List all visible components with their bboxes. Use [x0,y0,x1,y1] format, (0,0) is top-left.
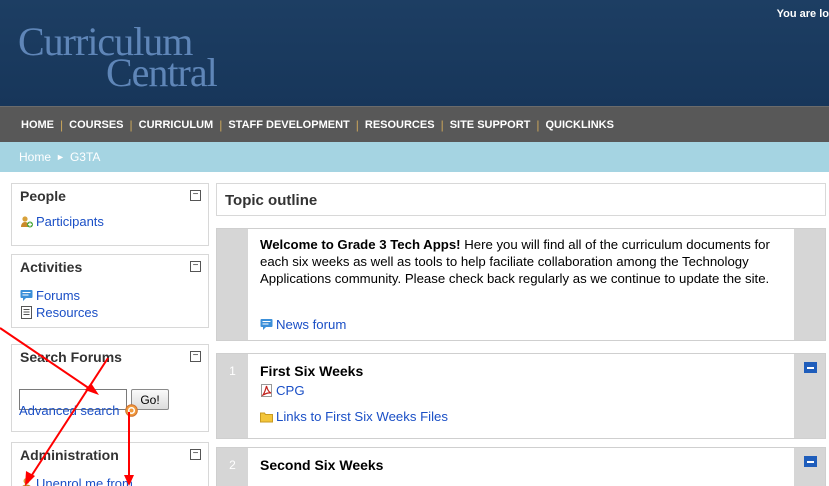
pdf-icon [261,384,272,397]
block-title: Search Forums [20,349,122,365]
advanced-search-link[interactable]: Advanced search [19,403,141,418]
collapse-icon[interactable]: − [190,261,201,272]
nav-staff-development[interactable]: STAFF DEVELOPMENT [228,119,349,131]
section-2: 2 Second Six Weeks [216,447,826,486]
cpg-link[interactable]: CPG [260,383,305,398]
news-forum-link[interactable]: News forum [260,317,346,332]
first-six-weeks-files-label: Links to First Six Weeks Files [276,409,448,424]
unenrol-label: Unenrol me from [36,476,133,486]
resources-link[interactable]: Resources [20,305,98,320]
collapse-icon[interactable]: − [190,449,201,460]
nav-curriculum[interactable]: CURRICULUM [139,119,214,131]
nav-courses[interactable]: COURSES [69,119,123,131]
cpg-label: CPG [276,383,305,398]
main-nav: HOME | COURSES | CURRICULUM | STAFF DEVE… [0,106,829,142]
search-forums-block: Search Forums − Go! Advanced search [11,344,209,432]
forums-link[interactable]: Forums [20,288,80,303]
nav-separator: | [440,117,444,132]
administration-block: Administration − Unenrol me from [11,442,209,486]
collapse-icon[interactable]: − [190,190,201,201]
forums-label: Forums [36,288,81,303]
welcome-heading: Welcome to Grade 3 Tech Apps! [260,237,461,252]
site-header: Curriculum Central You are lo [0,0,829,106]
section-title: First Six Weeks [260,363,364,379]
block-title: Administration [20,447,119,463]
unenrol-link[interactable]: Unenrol me from [20,476,133,486]
block-title: People [20,188,66,204]
nav-separator: | [355,117,359,132]
activities-block: Activities − Forums Resources [11,254,209,328]
section-content: Second Six Weeks [248,448,794,486]
breadcrumb-current: G3TA [69,150,101,164]
site-logo-line2[interactable]: Central [106,53,218,93]
folder-icon [260,412,273,423]
block-title: Activities [20,259,83,275]
first-six-weeks-files-link[interactable]: Links to First Six Weeks Files [260,409,448,424]
section-number: 2 [229,458,236,472]
document-icon [21,306,32,319]
nav-home[interactable]: HOME [21,119,54,131]
breadcrumb-arrow-icon: ► [56,152,65,162]
nav-quicklinks[interactable]: QUICKLINKS [546,119,614,131]
nav-separator: | [129,117,133,132]
forum-icon [20,290,33,301]
participants-link[interactable]: Participants [20,214,104,229]
nav-site-support[interactable]: SITE SUPPORT [450,119,531,131]
page: { "header": { "logo_line1": "Curriculum"… [0,0,829,486]
nav-separator: | [536,117,540,132]
people-block: People − Participants [11,183,209,246]
collapse-section-icon[interactable] [804,456,817,467]
topic-outline-title: Topic outline [225,192,318,209]
nav-resources[interactable]: RESOURCES [365,119,435,131]
help-icon[interactable] [125,404,138,417]
nav-separator: | [60,117,64,132]
collapse-section-icon[interactable] [804,362,817,373]
section-content: Welcome to Grade 3 Tech Apps! Here you w… [248,229,794,340]
nav-separator: | [219,117,223,132]
resources-label: Resources [36,305,99,320]
breadcrumb-home[interactable]: Home [19,150,51,164]
section-title: Second Six Weeks [260,457,384,473]
advanced-search-label: Advanced search [19,403,120,418]
user-icon [22,478,31,486]
forum-icon [260,319,273,330]
breadcrumb: Home ► G3TA [0,142,829,172]
login-info: You are lo [776,8,829,20]
section-1: 1 First Six Weeks CPG Links to First Six… [216,353,826,439]
topic-outline-header: Topic outline [216,183,826,216]
collapse-icon[interactable]: − [190,351,201,362]
news-forum-label: News forum [276,317,347,332]
people-icon [21,216,33,228]
section-content: First Six Weeks CPG Links to First Six W… [248,354,794,438]
welcome-text: Welcome to Grade 3 Tech Apps! Here you w… [260,236,790,287]
section-number: 1 [229,364,236,378]
section-0: Welcome to Grade 3 Tech Apps! Here you w… [216,228,826,341]
participants-label: Participants [36,214,104,229]
